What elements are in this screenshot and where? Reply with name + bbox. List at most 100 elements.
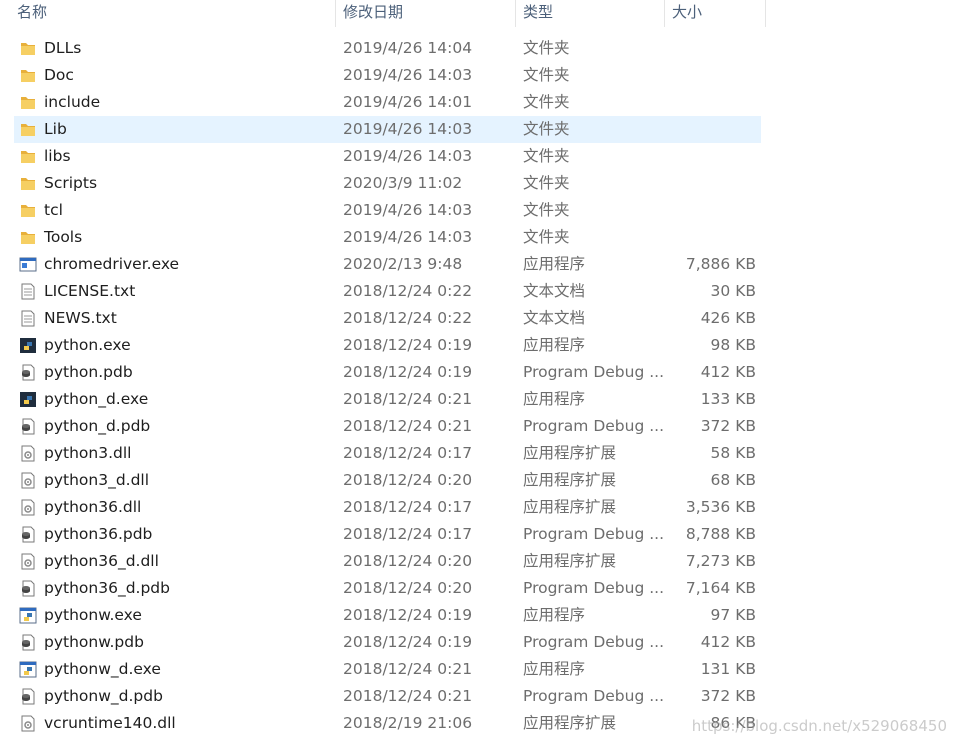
file-row[interactable]: Tools 2019/4/26 14:03 文件夹: [0, 224, 957, 251]
python-console-icon: [19, 391, 37, 408]
file-row[interactable]: DLLs 2019/4/26 14:04 文件夹: [0, 35, 957, 62]
folder-icon: [19, 67, 37, 84]
file-size: 372 KB: [700, 687, 756, 705]
file-name: pythonw.pdb: [44, 633, 144, 651]
debug-database-icon: [19, 418, 37, 435]
file-row[interactable]: Scripts 2020/3/9 11:02 文件夹: [0, 170, 957, 197]
file-row[interactable]: python.exe 2018/12/24 0:19 应用程序 98 KB: [0, 332, 957, 359]
file-row[interactable]: NEWS.txt 2018/12/24 0:22 文本文档 426 KB: [0, 305, 957, 332]
file-modified-date: 2018/12/24 0:22: [343, 309, 473, 327]
folder-icon: [19, 148, 37, 165]
file-row[interactable]: python36_d.pdb 2018/12/24 0:20 Program Deb…: [0, 575, 957, 602]
file-size: [665, 143, 756, 170]
file-size: [665, 89, 756, 116]
file-modified-date: 2018/12/24 0:19: [343, 606, 473, 624]
file-type: 应用程序: [523, 390, 586, 408]
file-row[interactable]: pythonw.exe 2018/12/24 0:19 应用程序 97 KB: [0, 602, 957, 629]
file-type: 文件夹: [523, 201, 570, 219]
file-row[interactable]: libs 2019/4/26 14:03 文件夹: [0, 143, 957, 170]
text-document-icon: [19, 283, 37, 300]
application-icon: [19, 256, 37, 273]
file-name: python.exe: [44, 336, 131, 354]
file-size: 426 KB: [700, 309, 756, 327]
file-name: NEWS.txt: [44, 309, 117, 327]
file-row[interactable]: python36_d.dll 2018/12/24 0:20 应用程序扩展 7,273…: [0, 548, 957, 575]
file-size: 412 KB: [700, 633, 756, 651]
file-modified-date: 2018/12/24 0:20: [343, 579, 473, 597]
file-modified-date: 2018/12/24 0:19: [343, 633, 473, 651]
file-type: 应用程序扩展: [523, 444, 617, 462]
file-list: DLLs 2019/4/26 14:04 文件夹 Doc 2019/4/26 14:03…: [0, 35, 957, 737]
file-row[interactable]: pythonw.pdb 2018/12/24 0:19 Program Debug …: [0, 629, 957, 656]
file-type: 文件夹: [523, 39, 570, 57]
dll-icon: [19, 499, 37, 516]
debug-database-icon: [19, 634, 37, 651]
file-type: 应用程序扩展: [523, 714, 617, 732]
file-type: Program Debug ...: [523, 633, 665, 651]
python-window-icon: [19, 661, 37, 678]
file-row[interactable]: tcl 2019/4/26 14:03 文件夹: [0, 197, 957, 224]
file-name: python.pdb: [44, 363, 133, 381]
dll-icon: [19, 715, 37, 732]
file-size: [665, 170, 756, 197]
debug-database-icon: [19, 688, 37, 705]
column-header-date[interactable]: 修改日期: [336, 0, 515, 27]
file-row[interactable]: python36.pdb 2018/12/24 0:17 Program Debug…: [0, 521, 957, 548]
file-size: 30 KB: [710, 282, 756, 300]
file-type: 文件夹: [523, 228, 570, 246]
file-type: Program Debug ...: [523, 363, 665, 381]
file-size: 58 KB: [710, 444, 756, 462]
file-row[interactable]: LICENSE.txt 2018/12/24 0:22 文本文档 30 KB: [0, 278, 957, 305]
file-row[interactable]: python.pdb 2018/12/24 0:19 Program Debug .…: [0, 359, 957, 386]
file-name: python36.dll: [44, 498, 142, 516]
file-name: python36_d.pdb: [44, 579, 170, 597]
file-name: python3.dll: [44, 444, 132, 462]
file-row[interactable]: python3.dll 2018/12/24 0:17 应用程序扩展 58 KB: [0, 440, 957, 467]
file-size: 7,886 KB: [685, 255, 756, 273]
file-name: pythonw.exe: [44, 606, 142, 624]
file-name: Scripts: [44, 174, 98, 192]
column-header-name[interactable]: 名称: [10, 0, 335, 27]
file-row[interactable]: pythonw_d.exe 2018/12/24 0:21 应用程序 131 KB: [0, 656, 957, 683]
file-row[interactable]: chromedriver.exe 2020/2/13 9:48 应用程序 7,886 …: [0, 251, 957, 278]
file-size: 7,164 KB: [685, 579, 756, 597]
file-modified-date: 2018/12/24 0:19: [343, 336, 473, 354]
file-type: Program Debug ...: [523, 417, 665, 435]
file-modified-date: 2018/12/24 0:22: [343, 282, 473, 300]
column-header-size[interactable]: 大小: [665, 0, 766, 27]
file-type: 应用程序扩展: [523, 498, 617, 516]
file-name: python36.pdb: [44, 525, 153, 543]
file-modified-date: 2018/12/24 0:17: [343, 444, 473, 462]
file-row[interactable]: Lib 2019/4/26 14:03 文件夹: [0, 116, 957, 143]
file-modified-date: 2018/12/24 0:20: [343, 552, 473, 570]
file-row[interactable]: python3_d.dll 2018/12/24 0:20 应用程序扩展 68 KB: [0, 467, 957, 494]
file-modified-date: 2018/12/24 0:21: [343, 660, 473, 678]
column-divider[interactable]: [765, 0, 766, 27]
file-row[interactable]: python_d.pdb 2018/12/24 0:21 Program Debug…: [0, 413, 957, 440]
file-modified-date: 2019/4/26 14:04: [343, 39, 473, 57]
file-name: include: [44, 93, 101, 111]
folder-icon: [19, 229, 37, 246]
file-name: DLLs: [44, 39, 82, 57]
folder-icon: [19, 94, 37, 111]
file-modified-date: 2018/12/24 0:17: [343, 525, 473, 543]
file-row[interactable]: Doc 2019/4/26 14:03 文件夹: [0, 62, 957, 89]
file-row[interactable]: pythonw_d.pdb 2018/12/24 0:21 Program Debu…: [0, 683, 957, 710]
file-size: 7,273 KB: [685, 552, 756, 570]
file-modified-date: 2018/12/24 0:19: [343, 363, 473, 381]
column-header-type[interactable]: 类型: [516, 0, 664, 27]
file-name: LICENSE.txt: [44, 282, 136, 300]
file-type: 应用程序: [523, 606, 586, 624]
file-row[interactable]: include 2019/4/26 14:01 文件夹: [0, 89, 957, 116]
file-row[interactable]: python36.dll 2018/12/24 0:17 应用程序扩展 3,536 K…: [0, 494, 957, 521]
folder-icon: [19, 121, 37, 138]
file-row[interactable]: python_d.exe 2018/12/24 0:21 应用程序 133 KB: [0, 386, 957, 413]
file-name: python3_d.dll: [44, 471, 150, 489]
python-window-icon: [19, 607, 37, 624]
file-modified-date: 2019/4/26 14:03: [343, 201, 473, 219]
folder-icon: [19, 202, 37, 219]
debug-database-icon: [19, 526, 37, 543]
text-document-icon: [19, 310, 37, 327]
file-size: 68 KB: [710, 471, 756, 489]
debug-database-icon: [19, 364, 37, 381]
